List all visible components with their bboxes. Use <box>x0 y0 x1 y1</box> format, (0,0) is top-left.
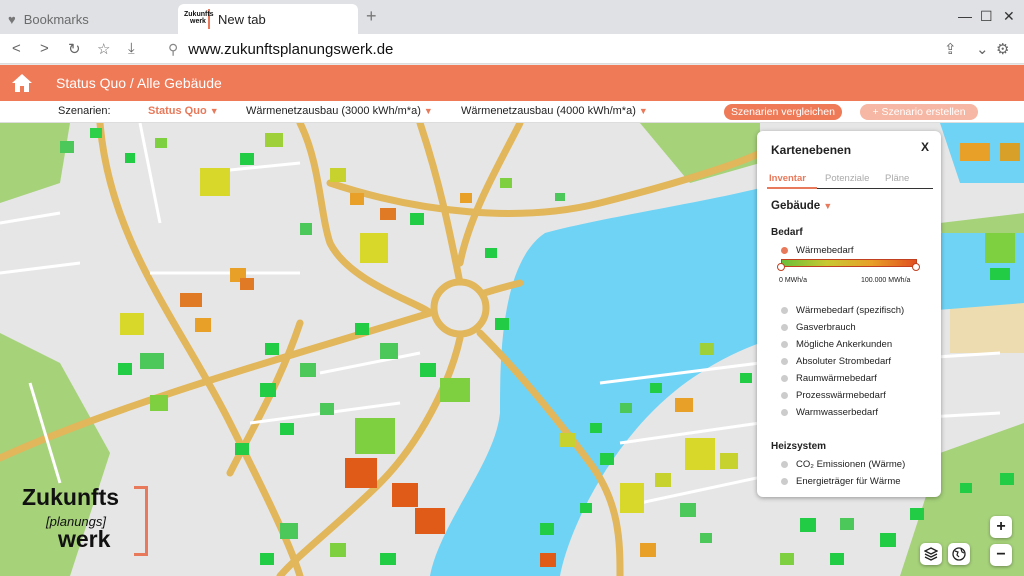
home-button[interactable] <box>0 65 44 101</box>
chevron-down-icon[interactable]: ⌄ <box>976 40 989 58</box>
layer-co2-emissionen[interactable]: CO₂ Emissionen (Wärme) <box>781 459 905 470</box>
zoom-out-button[interactable]: − <box>990 544 1012 566</box>
layers-icon <box>924 547 938 561</box>
tab-label: Bookmarks <box>23 11 89 27</box>
tab-bookmarks[interactable]: ♥ Bookmarks <box>8 4 89 34</box>
radio-icon <box>781 358 788 365</box>
brand-logo: Zukunfts [planungs] werk <box>22 484 152 564</box>
section-heading-bedarf: Bedarf <box>771 227 803 238</box>
layers-toggle-button[interactable] <box>920 543 942 565</box>
layer-gasverbrauch[interactable]: Gasverbrauch <box>781 322 856 333</box>
reload-icon[interactable]: ↻ <box>68 40 81 58</box>
share-icon[interactable]: ⇪ <box>944 40 957 58</box>
layer-waermebedarf[interactable]: Wärmebedarf <box>781 245 854 256</box>
maximize-icon[interactable]: ☐ <box>980 8 993 25</box>
forward-icon[interactable]: > <box>40 40 49 57</box>
scenario-bar: Szenarien: Status Quo ▼ Wärmenetzausbau … <box>0 101 1024 123</box>
chevron-down-icon: ▼ <box>209 106 219 116</box>
globe-icon <box>952 547 966 561</box>
scenario-label: Szenarien: <box>58 105 111 117</box>
radio-icon <box>781 341 788 348</box>
heart-icon: ♥ <box>8 11 16 27</box>
create-scenario-button[interactable]: + Szenario erstellen <box>860 104 978 120</box>
zoom-in-button[interactable]: + <box>990 516 1012 538</box>
tab-inventar[interactable]: Inventar <box>769 173 806 184</box>
layer-energietraeger[interactable]: Energieträger für Wärme <box>781 476 901 487</box>
browser-toolbar: < > ↻ ☆ ⤓ ⚲ www.zukunftsplanungswerk.de … <box>0 34 1024 64</box>
section-heading-heizsystem: Heizsystem <box>771 441 827 452</box>
layer-ankerkunden[interactable]: Mögliche Ankerkunden <box>781 339 892 350</box>
minimize-icon[interactable]: — <box>958 8 972 24</box>
new-tab-button[interactable]: + <box>366 6 377 27</box>
layers-panel: Kartenebenen X Inventar Potenziale Pläne… <box>757 131 941 497</box>
radio-icon <box>781 461 788 468</box>
layer-category-dropdown[interactable]: Gebäude ▼ <box>771 200 832 212</box>
panel-tabs: Inventar Potenziale Pläne <box>767 171 933 189</box>
tab-new-tab[interactable]: Zukunfts werk New tab <box>178 4 358 34</box>
compare-scenarios-button[interactable]: Szenarien vergleichen <box>724 104 842 120</box>
radio-icon <box>781 392 788 399</box>
breadcrumb: Status Quo / Alle Gebäude <box>56 75 222 91</box>
scale-max-label: 100.000 MWh/a <box>861 277 911 284</box>
close-panel-button[interactable]: X <box>921 140 929 154</box>
home-icon <box>12 74 32 92</box>
layer-strombedarf[interactable]: Absoluter Strombedarf <box>781 356 891 367</box>
radio-selected-icon <box>781 247 788 254</box>
radio-icon <box>781 307 788 314</box>
globe-button[interactable] <box>948 543 970 565</box>
app-header: Status Quo / Alle Gebäude <box>0 65 1024 101</box>
close-window-icon[interactable]: ✕ <box>1003 8 1015 25</box>
layer-prozesswaermebedarf[interactable]: Prozesswärmebedarf <box>781 390 886 401</box>
tab-potenziale[interactable]: Potenziale <box>825 173 869 184</box>
scale-max-handle[interactable] <box>912 263 920 271</box>
address-bar[interactable]: ⚲ www.zukunftsplanungswerk.de <box>168 38 948 60</box>
site-logo-icon: Zukunfts werk <box>184 9 214 29</box>
radio-icon <box>781 324 788 331</box>
back-icon[interactable]: < <box>12 40 21 57</box>
gear-icon[interactable]: ⚙ <box>996 40 1009 58</box>
layer-raumwaermebedarf[interactable]: Raumwärmebedarf <box>781 373 877 384</box>
url-text: www.zukunftsplanungswerk.de <box>188 40 394 58</box>
scenario-waermenetz-3000[interactable]: Wärmenetzausbau (3000 kWh/m*a) ▼ <box>246 105 433 117</box>
scenario-status-quo[interactable]: Status Quo ▼ <box>148 105 219 117</box>
layer-warmwasserbedarf[interactable]: Warmwasserbedarf <box>781 407 878 418</box>
bookmark-star-icon[interactable]: ☆ <box>97 40 110 58</box>
tab-plaene[interactable]: Pläne <box>885 173 909 184</box>
browser-tab-bar: ♥ Bookmarks Zukunfts werk New tab + — ☐ … <box>0 0 1024 34</box>
radio-icon <box>781 375 788 382</box>
chevron-down-icon: ▼ <box>638 106 648 116</box>
active-tab-indicator <box>767 187 817 189</box>
logo-line-3: werk <box>58 526 111 552</box>
chevron-down-icon: ▼ <box>423 106 433 116</box>
panel-title: Kartenebenen <box>771 143 852 157</box>
logo-line-1: Zukunfts <box>22 484 120 510</box>
scale-min-handle[interactable] <box>777 263 785 271</box>
chevron-down-icon: ▼ <box>823 201 833 211</box>
scale-min-label: 0 MWh/a <box>779 277 808 284</box>
layer-waermebedarf-spezifisch[interactable]: Wärmebedarf (spezifisch) <box>781 305 904 316</box>
search-icon: ⚲ <box>168 40 179 57</box>
radio-icon <box>781 409 788 416</box>
radio-icon <box>781 478 788 485</box>
logo-bracket-icon <box>134 486 148 556</box>
download-icon[interactable]: ⤓ <box>128 40 135 57</box>
value-scale-bar <box>781 259 917 267</box>
scenario-waermenetz-4000[interactable]: Wärmenetzausbau (4000 kWh/m*a) ▼ <box>461 105 648 117</box>
tab-label: New tab <box>218 11 266 27</box>
